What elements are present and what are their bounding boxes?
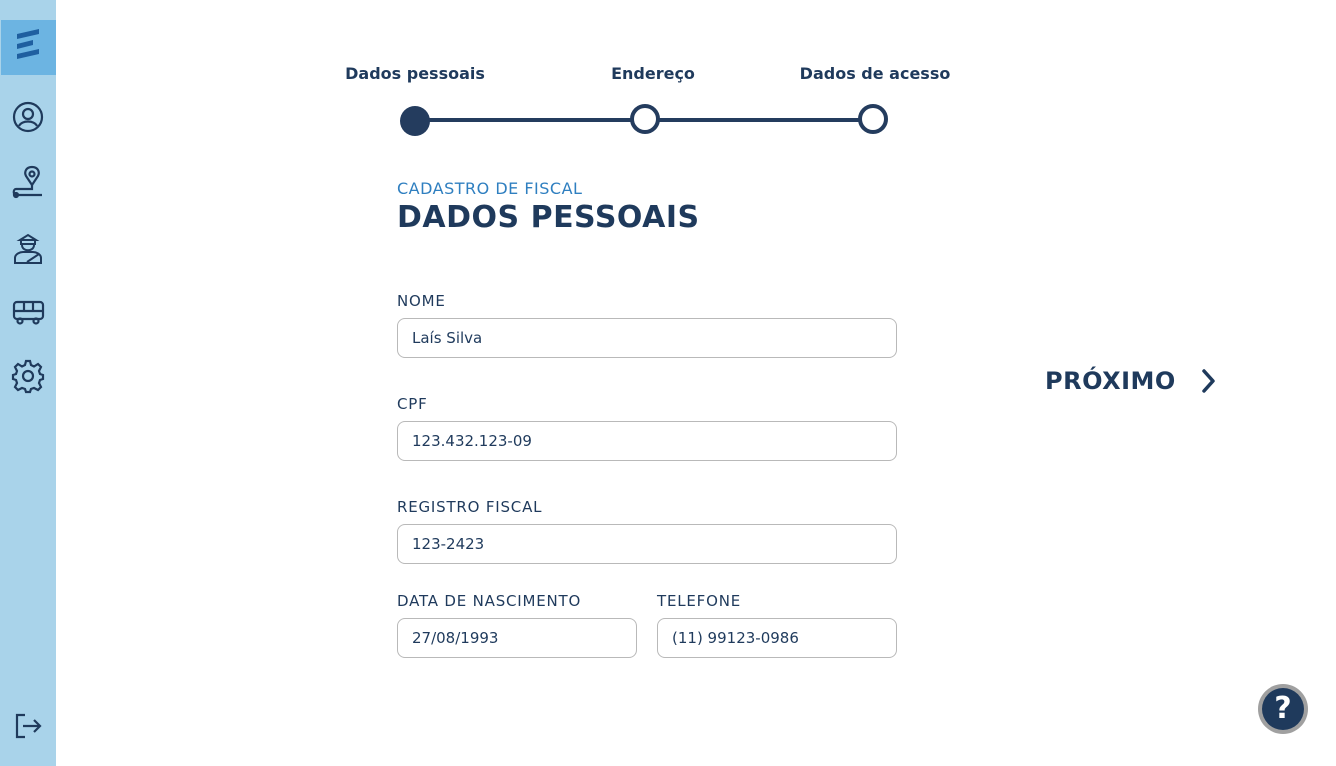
registro-fiscal-label: REGISTRO FISCAL xyxy=(397,498,543,516)
next-button[interactable]: PRÓXIMO xyxy=(1045,366,1218,396)
cpf-label: CPF xyxy=(397,395,428,413)
telefone-label: TELEFONE xyxy=(657,592,742,610)
step-label-dados-de-acesso[interactable]: Dados de acesso xyxy=(800,64,951,83)
next-button-label: PRÓXIMO xyxy=(1045,367,1176,395)
step-dot-dados-pessoais[interactable] xyxy=(400,106,430,136)
page-subtitle: CADASTRO DE FISCAL xyxy=(397,179,583,198)
app-logo[interactable] xyxy=(1,20,56,75)
step-dot-dados-de-acesso[interactable] xyxy=(858,104,888,134)
step-dot-endereco[interactable] xyxy=(630,104,660,134)
registro-fiscal-input[interactable] xyxy=(397,524,897,564)
app-logo-icon xyxy=(17,29,39,59)
step-label-endereco[interactable]: Endereço xyxy=(611,64,695,83)
inspector-icon[interactable] xyxy=(10,230,46,266)
telefone-input[interactable] xyxy=(657,618,897,658)
location-pin-icon[interactable] xyxy=(10,163,46,199)
page-title: DADOS PESSOAIS xyxy=(397,200,700,235)
nome-input[interactable] xyxy=(397,318,897,358)
data-nascimento-input[interactable] xyxy=(397,618,637,658)
data-nascimento-label: DATA DE NASCIMENTO xyxy=(397,592,582,610)
sidebar xyxy=(0,0,56,766)
logout-icon[interactable] xyxy=(10,708,46,744)
user-circle-icon[interactable] xyxy=(10,99,46,135)
help-button[interactable]: ? xyxy=(1258,684,1308,734)
bus-icon[interactable] xyxy=(10,294,46,330)
gear-icon[interactable] xyxy=(10,358,46,394)
chevron-right-icon xyxy=(1202,369,1215,393)
step-label-dados-pessoais[interactable]: Dados pessoais xyxy=(345,64,485,83)
help-icon: ? xyxy=(1262,688,1304,730)
cpf-input[interactable] xyxy=(397,421,897,461)
nome-label: NOME xyxy=(397,292,446,310)
